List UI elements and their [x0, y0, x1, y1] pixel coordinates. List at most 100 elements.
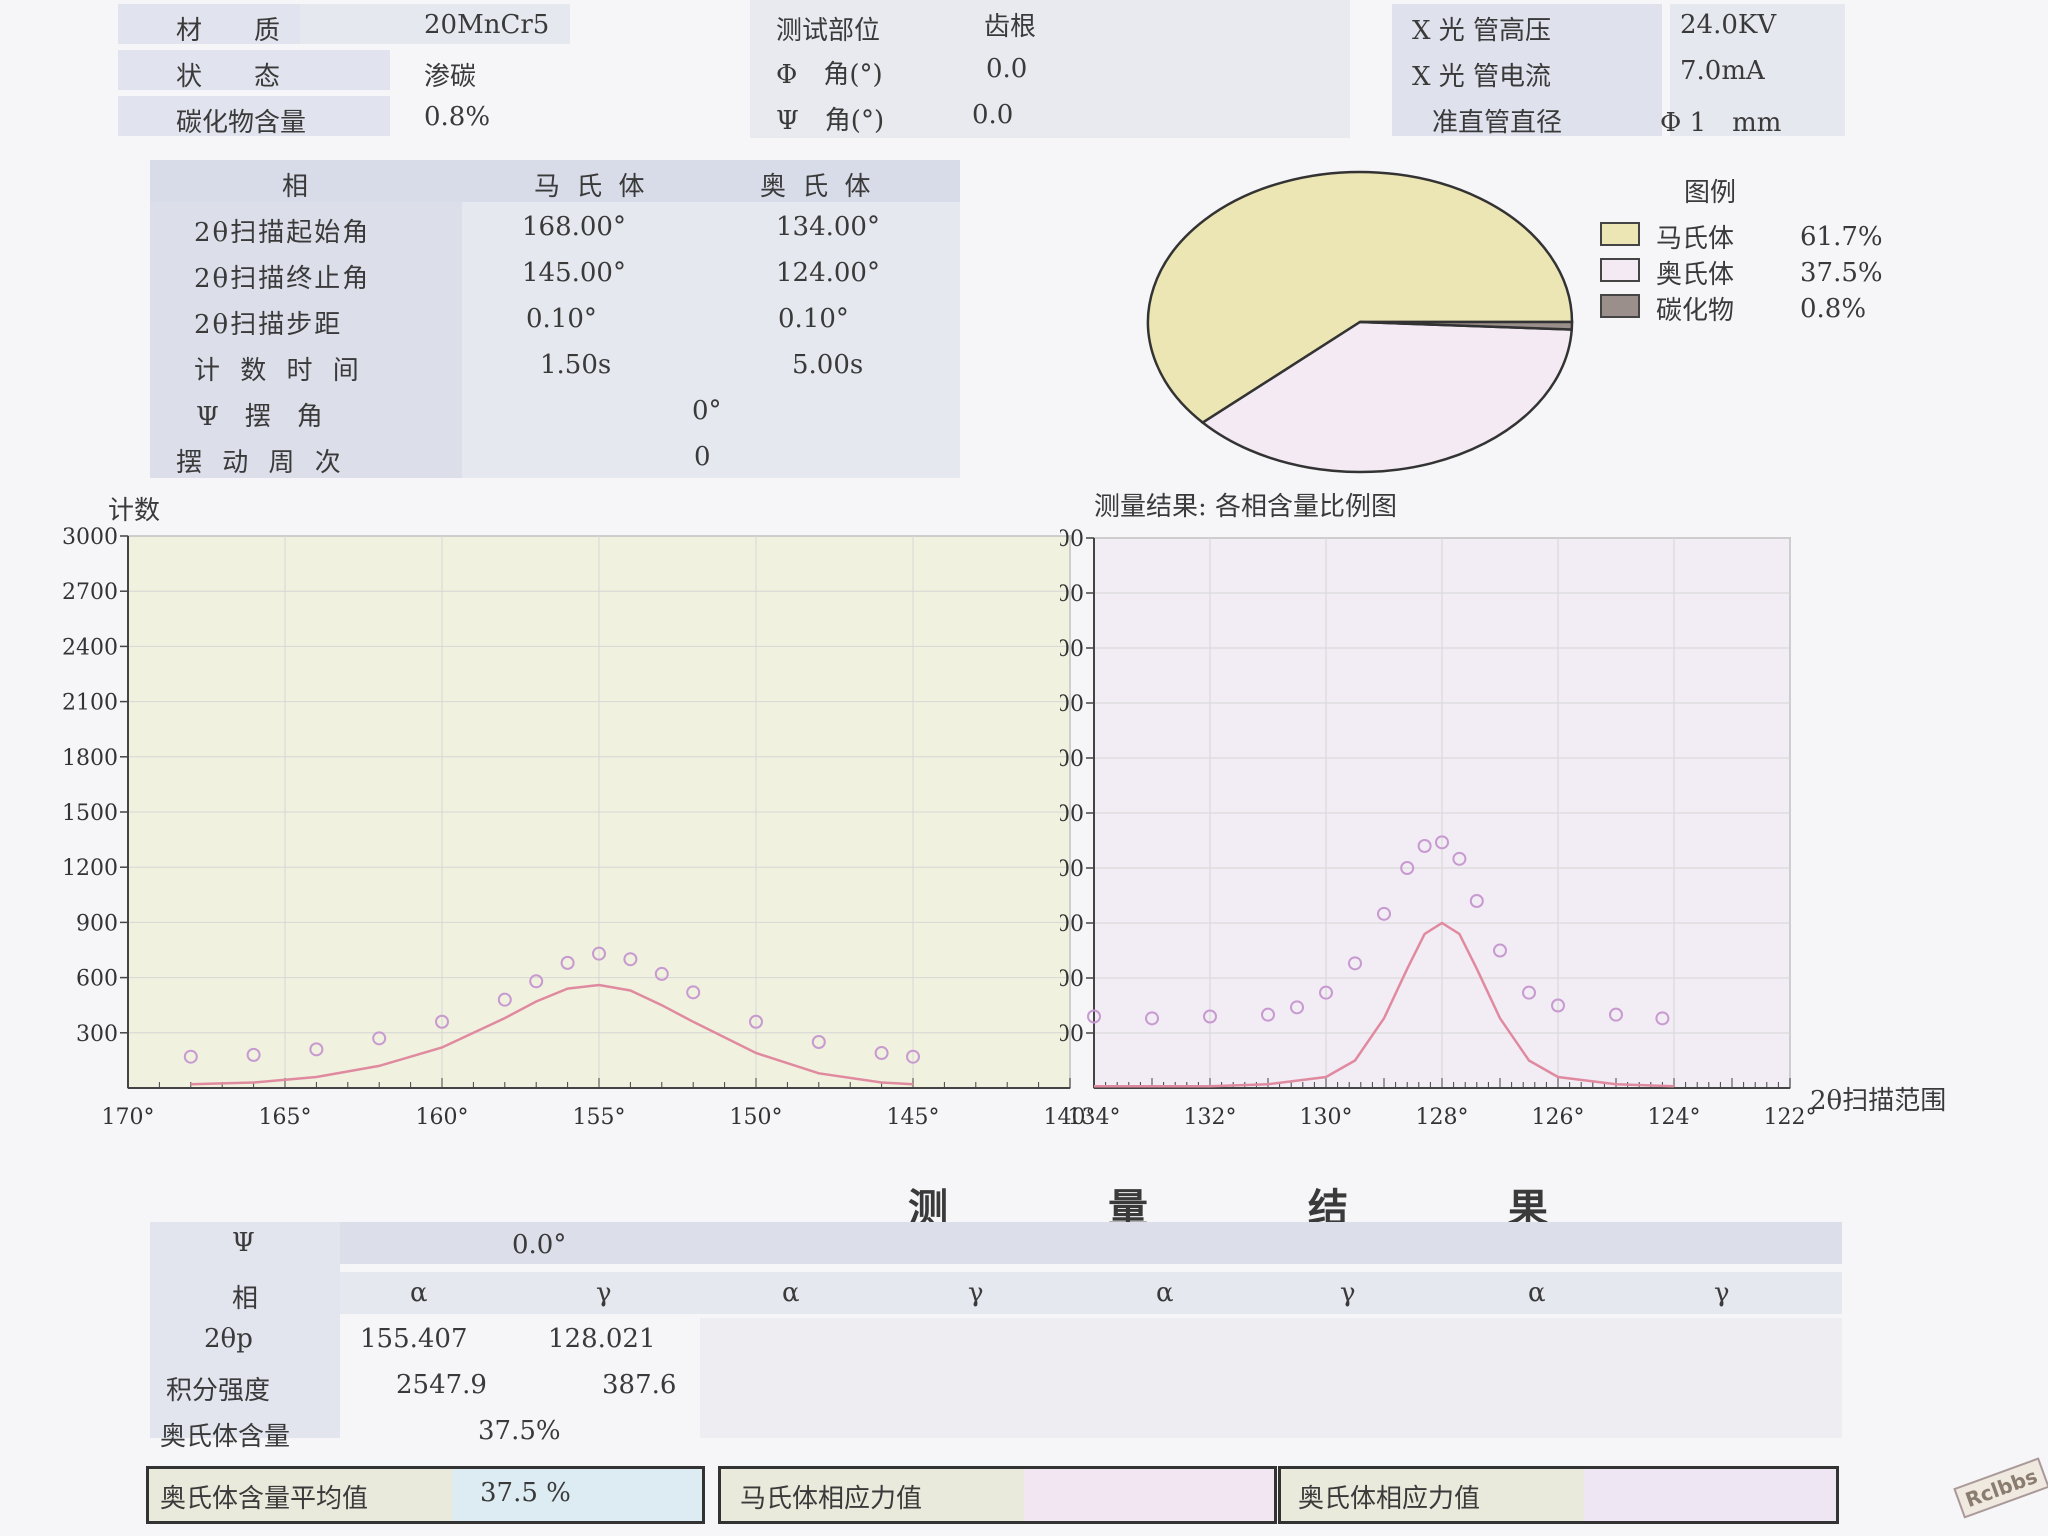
legend-swatch-austenite — [1600, 258, 1640, 282]
result-content-value: 37.5% — [478, 1416, 561, 1446]
x-tick-label: 150° — [730, 1105, 783, 1130]
y-tick-label: 2400 — [62, 635, 118, 660]
info-value-position: 齿根 — [984, 12, 1037, 42]
info-label-phi: Φ 角(°) — [776, 60, 883, 90]
info-label-state: 状 态 — [176, 62, 281, 92]
result-intensity-label: 积分强度 — [166, 1376, 271, 1406]
result-psi-value: 0.0° — [512, 1230, 567, 1260]
x-tick-label: 126° — [1532, 1105, 1585, 1130]
result-phase-alpha: α — [1528, 1278, 1546, 1308]
result-phase-alpha: α — [410, 1278, 428, 1308]
watermark-logo: Rclbbs — [1953, 1457, 2048, 1519]
y-tick-label: 1200 — [1060, 857, 1084, 882]
result-empty-region — [700, 1318, 1842, 1438]
info-label-collimator: 准直管直径 — [1432, 108, 1563, 138]
y-tick-label: 300 — [1060, 1022, 1084, 1047]
result-2theta-gamma: 128.021 — [548, 1324, 656, 1354]
info-label-psi: Ψ 角(°) — [776, 106, 885, 136]
info-value-phi: 0.0 — [986, 54, 1028, 84]
info-label-current: X 光 管电流 — [1412, 62, 1552, 92]
info-label-material: 材 质 — [176, 16, 281, 46]
scan-row-martensite: 145.00° — [522, 258, 626, 288]
y-tick-label: 1500 — [1060, 802, 1084, 827]
result-phase-alpha: α — [782, 1278, 800, 1308]
y-tick-label: 1800 — [1060, 747, 1084, 772]
avg-austenite-value: 37.5 % — [480, 1478, 571, 1508]
y-tick-label: 1200 — [62, 856, 118, 881]
x-tick-label: 122° — [1764, 1105, 1817, 1130]
y-tick-label: 600 — [1060, 967, 1084, 992]
result-phase-gamma: γ — [596, 1278, 612, 1308]
info-value-material: 20MnCr5 — [424, 10, 550, 40]
info-label-voltage: X 光 管高压 — [1412, 16, 1552, 46]
result-2theta-alpha: 155.407 — [360, 1324, 468, 1354]
y-tick-label: 3000 — [1060, 527, 1084, 552]
scan-row-austenite: 0.10° — [778, 304, 849, 334]
scan-row-label: Ψ 摆 角 — [196, 402, 323, 432]
scan-row-martensite: 168.00° — [522, 212, 626, 242]
x-tick-label: 145° — [887, 1105, 940, 1130]
y-tick-label: 3000 — [62, 525, 118, 550]
x-tick-label: 155° — [573, 1105, 626, 1130]
legend-value-austenite: 37.5% — [1800, 258, 1883, 288]
info-value-voltage: 24.0KV — [1680, 10, 1777, 40]
info-label-position: 测试部位 — [776, 16, 881, 46]
y-tick-label: 2400 — [1060, 637, 1084, 662]
y-tick-label: 2100 — [62, 691, 118, 716]
result-psi-row — [150, 1222, 1842, 1264]
scan-row-austenite: 134.00° — [776, 212, 880, 242]
y-tick-label: 2700 — [1060, 582, 1084, 607]
result-phase-row — [150, 1272, 1842, 1314]
x-tick-label: 130° — [1300, 1105, 1353, 1130]
legend-swatch-martensite — [1600, 222, 1640, 246]
y-tick-label: 2100 — [1060, 692, 1084, 717]
x-tick-label: 124° — [1648, 1105, 1701, 1130]
austenite-stress-label: 奥氏体相应力值 — [1298, 1484, 1481, 1514]
result-phase-label: 相 — [232, 1284, 259, 1314]
result-content-label: 奥氏体含量 — [160, 1422, 291, 1452]
y-tick-label: 2700 — [62, 580, 118, 605]
scan-row-cycle-value: 0 — [694, 442, 711, 472]
result-phase-gamma: γ — [1340, 1278, 1356, 1308]
result-phase-alpha: α — [1156, 1278, 1174, 1308]
martensite-stress-value-box — [1024, 1466, 1277, 1524]
austenite-stress-value-box — [1584, 1466, 1839, 1524]
right-chart-title: 测量结果: 各相含量比例图 — [1094, 492, 1398, 522]
martensite-stress-label: 马氏体相应力值 — [740, 1484, 923, 1514]
y-tick-label: 900 — [1060, 912, 1084, 937]
y-tick-label: 1500 — [62, 801, 118, 826]
x-tick-label: 134° — [1068, 1105, 1121, 1130]
info-value-psi: 0.0 — [972, 100, 1014, 130]
right-chart-xlabel: 2θ扫描范围 — [1810, 1086, 1947, 1116]
result-phase-gamma: γ — [1714, 1278, 1730, 1308]
legend-label-martensite: 马氏体 — [1656, 224, 1735, 254]
legend-label-carbide: 碳化物 — [1656, 296, 1735, 326]
legend-swatch-carbide — [1600, 294, 1640, 318]
scan-row-austenite: 5.00s — [792, 350, 864, 380]
result-intensity-alpha: 2547.9 — [396, 1370, 487, 1400]
avg-austenite-label: 奥氏体含量平均值 — [160, 1484, 369, 1514]
scan-row-label: 计 数 时 间 — [194, 356, 365, 386]
x-tick-label: 160° — [416, 1105, 469, 1130]
x-tick-label: 170° — [102, 1105, 155, 1130]
info-label-carbide: 碳化物含量 — [176, 108, 307, 138]
scan-row-label: 摆 动 周 次 — [176, 448, 347, 478]
result-phase-gamma: γ — [968, 1278, 984, 1308]
result-2theta-label: 2θp — [204, 1324, 253, 1354]
x-tick-label: 128° — [1416, 1105, 1469, 1130]
y-tick-label: 300 — [76, 1022, 118, 1047]
scan-header-austenite: 奥 氏 体 — [760, 172, 875, 202]
result-intensity-gamma: 387.6 — [602, 1370, 677, 1400]
legend-title: 图例 — [1684, 178, 1737, 208]
legend-value-carbide: 0.8% — [1800, 294, 1867, 324]
result-psi-label: Ψ — [232, 1228, 255, 1258]
austenite-peak-chart: 134° 132° 130° 128° 126° 124° 122° 300 600 900 120… — [1060, 527, 1817, 1130]
x-tick-label: 165° — [259, 1105, 312, 1130]
martensite-peak-chart: 170°165°160°155°150°145°140°300600900120… — [62, 525, 1090, 1130]
info-value-collimator: Φ 1 mm — [1660, 108, 1782, 138]
scan-row-swing-value: 0° — [692, 396, 722, 426]
legend-value-martensite: 61.7% — [1800, 222, 1883, 252]
scan-row-austenite: 124.00° — [776, 258, 880, 288]
legend-label-austenite: 奥氏体 — [1656, 260, 1735, 290]
scan-row-label: 2θ扫描起始角 — [194, 218, 371, 248]
